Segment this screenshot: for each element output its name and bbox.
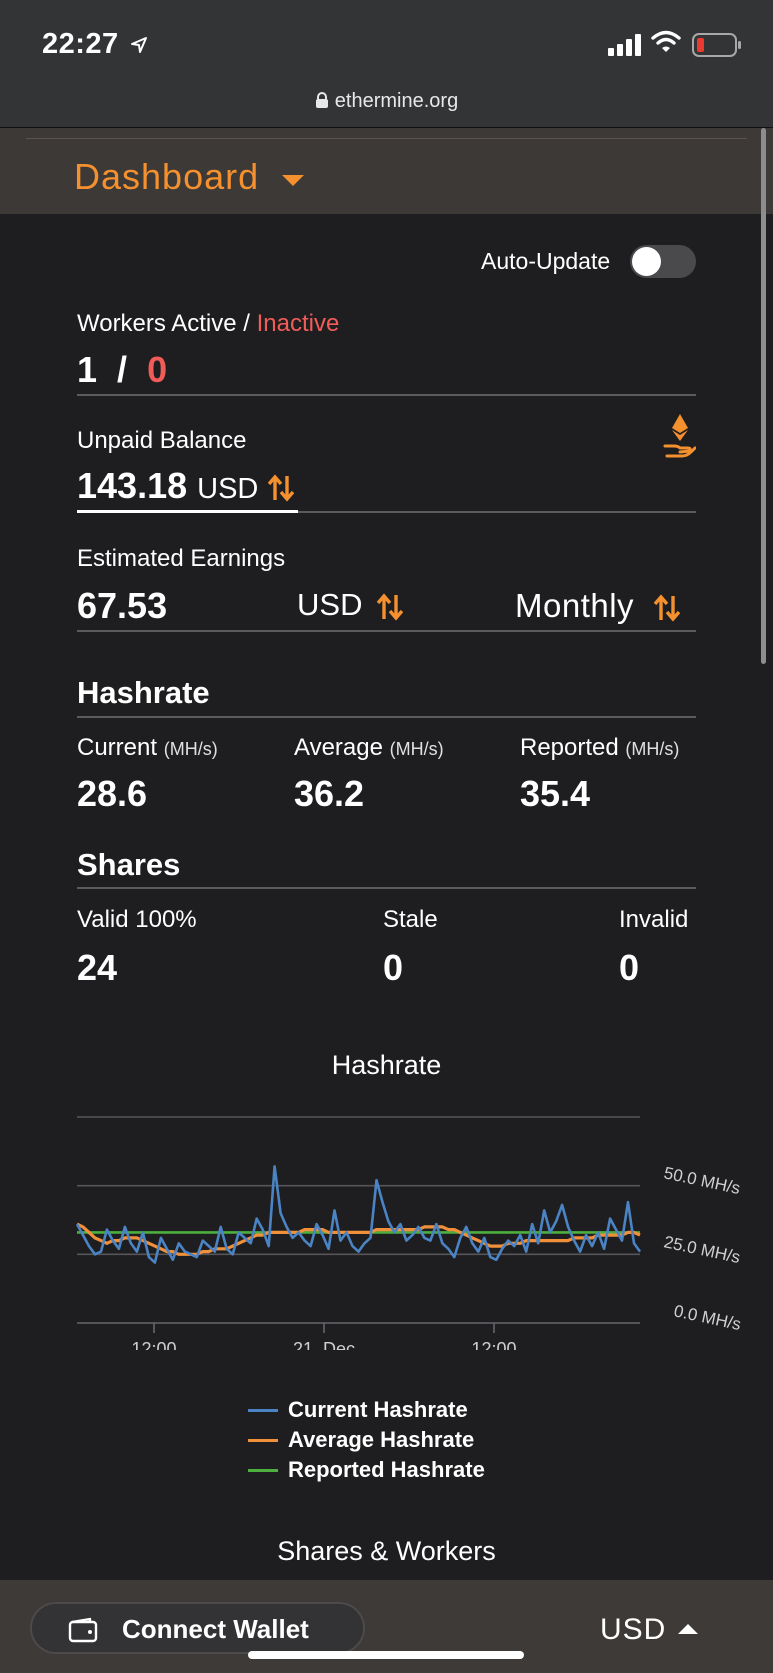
browser-url-bar[interactable]: ethermine.org [0, 88, 773, 128]
shares-invalid-value: 0 [619, 947, 640, 988]
workers-label: Workers Active / Inactive [77, 310, 339, 338]
hashrate-section-title: Hashrate [77, 675, 210, 710]
chart-x-tick-label: 12:00 [131, 1339, 176, 1350]
earnings-currency: USD [297, 587, 363, 622]
divider [26, 138, 747, 139]
currency-selector[interactable]: USD [600, 1613, 666, 1647]
estimated-earnings-value: 67.53 [77, 585, 168, 626]
workers-inactive-label: Inactive [256, 310, 340, 337]
hashrate-chart: 50.0 MH/s 25.0 MH/s 0.0 MH/s 12:00 21. Dec 1… [75, 1116, 743, 1350]
signal-icon [608, 34, 641, 56]
hashrate-unit: (MH/s) [163, 739, 218, 759]
scrollbar[interactable] [761, 128, 766, 664]
divider [77, 716, 696, 718]
unpaid-balance-amount: 143.18 [77, 465, 188, 506]
legend-label: Average Hashrate [288, 1427, 475, 1452]
chart-y-tick-label: 50.0 MH/s [662, 1163, 742, 1198]
home-indicator[interactable] [248, 1651, 524, 1659]
divider [77, 887, 696, 889]
shares-workers-title: Shares & Workers [277, 1536, 496, 1566]
connect-wallet-button[interactable]: Connect Wallet [30, 1602, 365, 1654]
shares-invalid-label: Invalid [619, 906, 689, 933]
connect-wallet-label: Connect Wallet [122, 1614, 309, 1644]
legend-label: Current Hashrate [288, 1397, 468, 1422]
bottom-bar: Connect Wallet USD [0, 1580, 773, 1673]
swap-arrows-icon[interactable] [268, 474, 295, 503]
earnings-period-selector[interactable]: Monthly [515, 587, 680, 625]
chart-x-tick-label: 12:00 [471, 1339, 516, 1350]
shares-valid-value: 24 [77, 947, 118, 988]
caret-up-icon[interactable] [678, 1624, 698, 1634]
shares-stale-value: 0 [383, 947, 404, 988]
chart-y-tick-label: 25.0 MH/s [662, 1232, 742, 1267]
status-bar: 22:27 [0, 0, 773, 88]
unpaid-balance-unit: USD [197, 473, 259, 505]
caret-down-icon[interactable] [282, 175, 304, 186]
workers-separator: / [236, 310, 257, 337]
workers-value-slash: / [117, 349, 128, 390]
shares-section-title: Shares [77, 847, 181, 882]
workers-inactive-count: 0 [147, 349, 168, 390]
dashboard-header: Dashboard [0, 128, 773, 214]
wifi-icon [651, 30, 681, 52]
unpaid-balance-underline [77, 510, 298, 513]
legend-label: Reported Hashrate [288, 1457, 485, 1482]
divider [77, 630, 696, 632]
unpaid-balance-value: 143.18 USD [77, 465, 295, 507]
shares-stale-label: Stale [383, 906, 438, 933]
hashrate-current-label: Current (MH/s) [77, 734, 218, 762]
legend-swatch [248, 1439, 278, 1442]
chart-y-tick-label: 0.0 MH/s [672, 1301, 742, 1334]
toggle-knob [632, 247, 661, 276]
workers-active-label: Workers Active [77, 310, 237, 337]
hashrate-current-text: Current [77, 734, 158, 761]
hashrate-average-label: Average (MH/s) [294, 734, 444, 762]
earnings-period: Monthly [515, 587, 635, 624]
hashrate-reported-label: Reported (MH/s) [520, 734, 679, 762]
chart-x-tick-label: 21. Dec [293, 1339, 355, 1350]
hashrate-unit: (MH/s) [625, 739, 680, 759]
hashrate-average-value: 36.2 [294, 773, 365, 814]
earnings-currency-selector[interactable]: USD [297, 587, 404, 623]
hashrate-unit: (MH/s) [389, 739, 444, 759]
wallet-icon [68, 1617, 98, 1643]
legend-swatch [248, 1469, 278, 1472]
divider [77, 394, 696, 396]
swap-arrows-icon [377, 593, 404, 621]
chart-title: Hashrate [331, 1050, 442, 1080]
location-arrow-icon [131, 37, 147, 53]
shares-valid-label: Valid 100% [77, 906, 197, 933]
hashrate-reported-text: Reported [520, 734, 619, 761]
legend-swatch [248, 1409, 278, 1412]
dashboard-menu-button[interactable]: Dashboard [74, 156, 259, 198]
status-time: 22:27 [42, 28, 119, 60]
hashrate-current-value: 28.6 [77, 773, 148, 814]
auto-update-label: Auto-Update [481, 248, 611, 274]
workers-value: 1 / 0 [77, 349, 167, 391]
eth-payout-icon[interactable] [662, 412, 696, 458]
workers-active-count: 1 [77, 349, 98, 390]
auto-update-toggle[interactable] [630, 245, 696, 278]
unpaid-balance-label: Unpaid Balance [77, 427, 247, 454]
hashrate-reported-value: 35.4 [520, 773, 591, 814]
estimated-earnings-label: Estimated Earnings [77, 545, 286, 572]
browser-url: ethermine.org [334, 90, 459, 112]
hashrate-average-text: Average [294, 734, 383, 761]
battery-low-icon [692, 33, 741, 57]
swap-arrows-icon [653, 594, 680, 622]
lock-icon [315, 92, 328, 108]
